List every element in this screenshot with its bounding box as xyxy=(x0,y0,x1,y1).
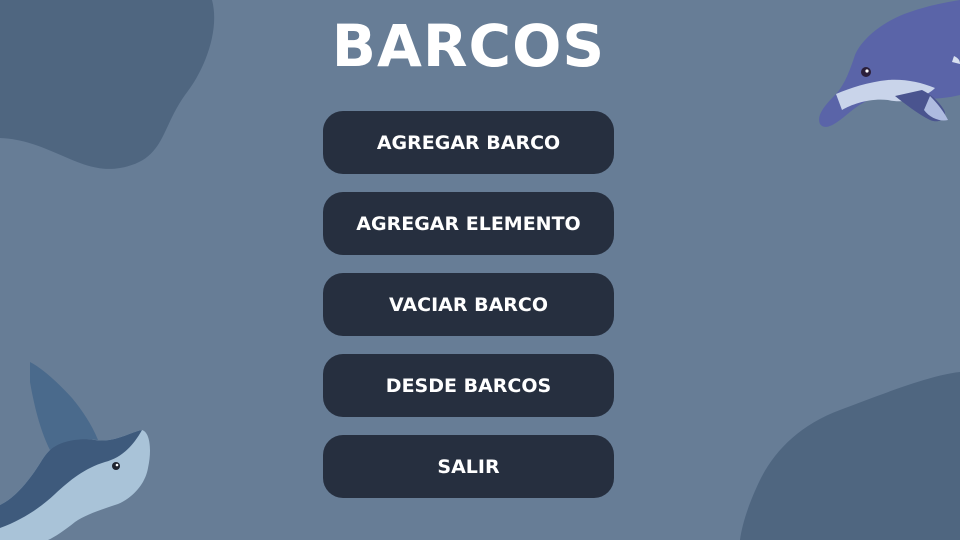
manta-ray-illustration xyxy=(0,362,150,540)
add-element-button[interactable]: AGREGAR ELEMENTO xyxy=(323,192,614,255)
empty-boat-button[interactable]: VACIAR BARCO xyxy=(323,273,614,336)
add-boat-button[interactable]: AGREGAR BARCO xyxy=(323,111,614,174)
unload-boats-button[interactable]: DESDE BARCOS xyxy=(323,354,614,417)
exit-button[interactable]: SALIR xyxy=(323,435,614,498)
page-title: BARCOS xyxy=(331,12,606,80)
bottom-right-blob xyxy=(740,372,960,540)
